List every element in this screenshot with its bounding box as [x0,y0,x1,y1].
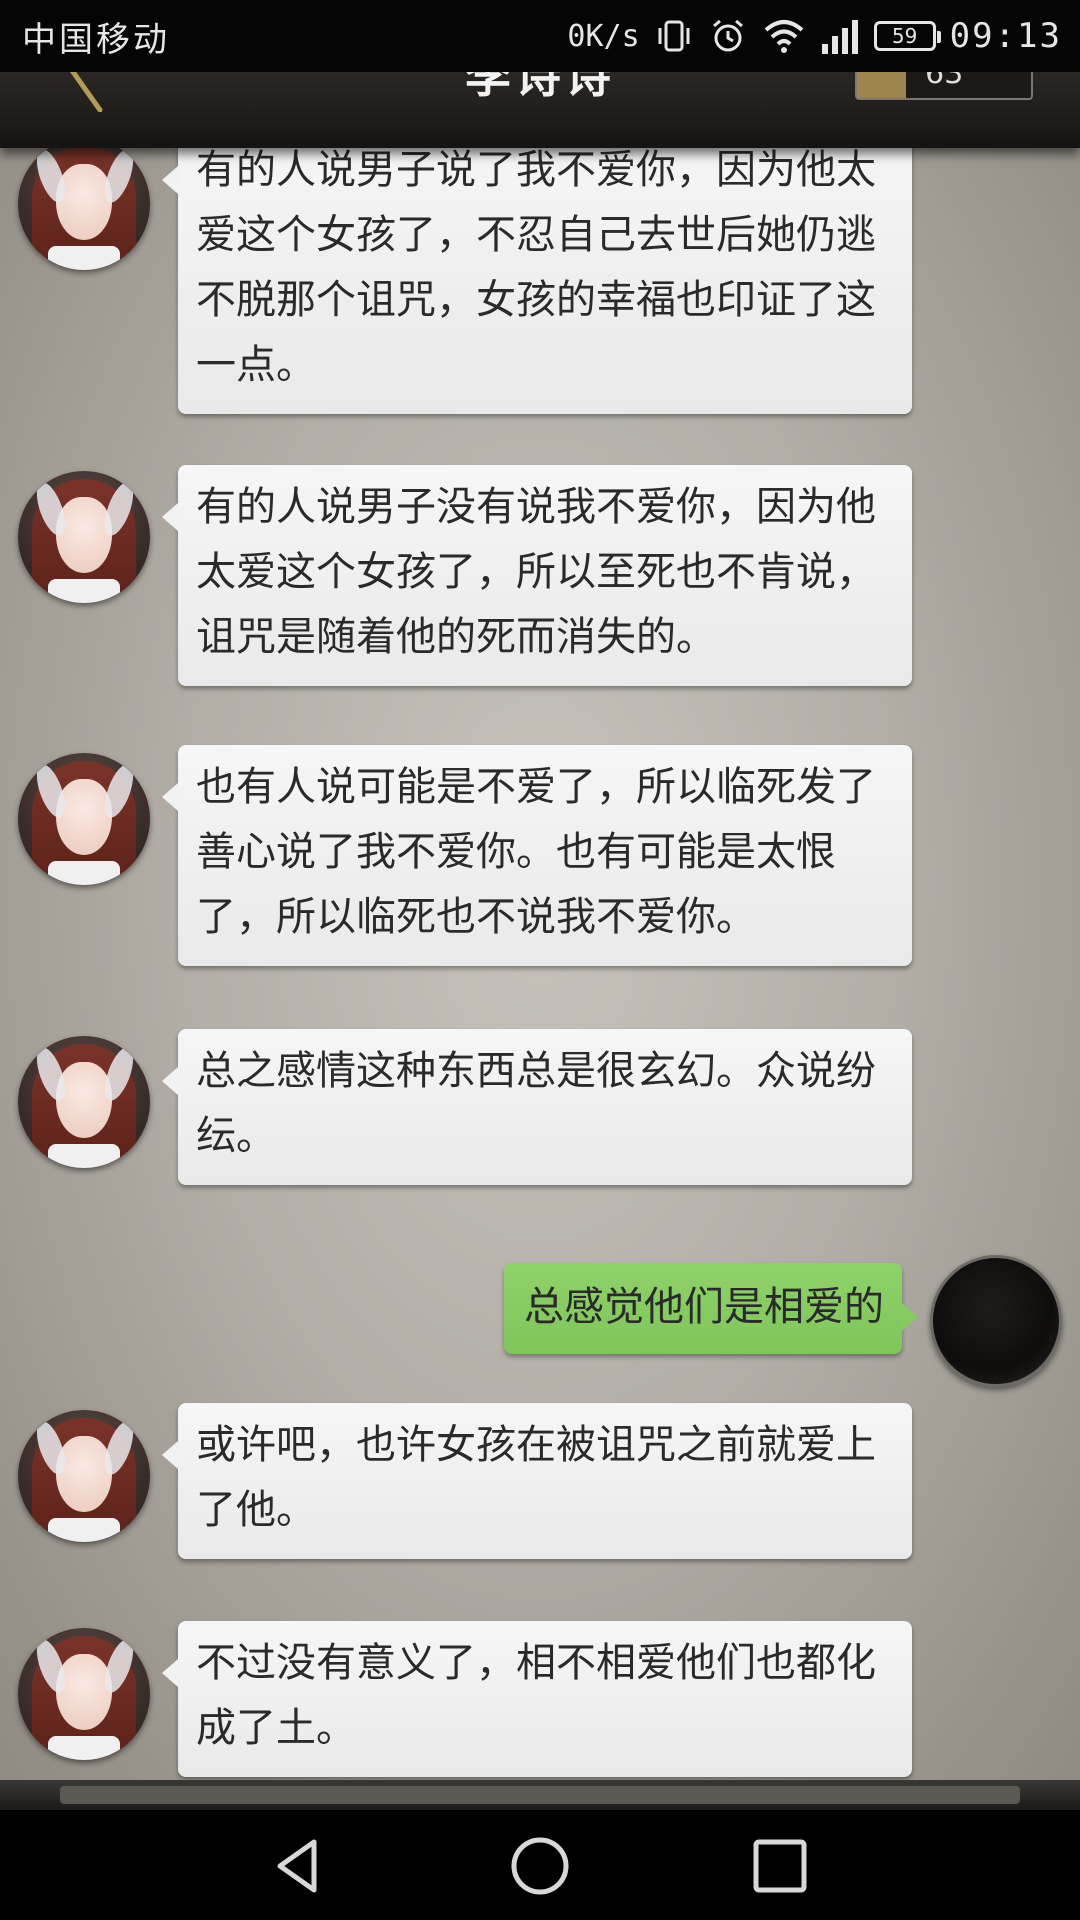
contact-avatar[interactable] [18,753,150,885]
screen: 中国移动 0K/s 59 09:13 李诗诗 63 有的人说男子说了我不爱你，因… [0,0,1080,1920]
contact-avatar[interactable] [18,148,150,270]
wifi-icon [762,16,806,56]
recents-square-icon[interactable] [748,1834,812,1898]
navigation-bar [0,1810,1080,1920]
contact-avatar[interactable] [18,1410,150,1542]
contact-avatar[interactable] [18,471,150,603]
back-triangle-icon[interactable] [268,1834,332,1898]
status-bar: 中国移动 0K/s 59 09:13 [0,0,1080,72]
incoming-message[interactable]: 不过没有意义了，相不相爱他们也都化成了土。 [162,1621,912,1777]
incoming-message[interactable]: 或许吧，也许女孩在被诅咒之前就爱上了他。 [162,1403,912,1559]
carrier-label: 中国移动 [22,20,170,60]
network-type: 4G [814,0,838,1]
alarm-icon [708,16,748,56]
battery-level: 59 [891,24,918,48]
signal-icon: 4G [814,0,860,56]
chat-area[interactable]: 有的人说男子说了我不爱你，因为他太爱这个女孩了，不忍自己去世后她仍逃不脱那个诅咒… [0,148,1080,1780]
incoming-message[interactable]: 有的人说男子说了我不爱你，因为他太爱这个女孩了，不忍自己去世后她仍逃不脱那个诅咒… [162,148,912,414]
my-avatar[interactable] [930,1255,1062,1387]
incoming-message[interactable]: 也有人说可能是不爱了，所以临死发了善心说了我不爱你。也有可能是太恨了，所以临死也… [162,745,912,966]
level-fill [857,72,906,98]
clock: 09:13 [949,16,1062,56]
contact-avatar[interactable] [18,1628,150,1760]
battery-icon: 59 [873,21,941,51]
contact-avatar[interactable] [18,1036,150,1168]
net-speed: 0K/s [567,18,640,54]
level-indicator: 63 [855,72,1033,100]
input-bar-edge [0,1780,1080,1810]
level-value: 63 [925,72,964,91]
status-icons: 0K/s 59 09:13 [567,0,1062,72]
chat-header: 李诗诗 63 [0,72,1080,148]
vibrate-icon [654,16,694,56]
home-circle-icon[interactable] [508,1834,572,1898]
incoming-message[interactable]: 总之感情这种东西总是很玄幻。众说纷纭。 [162,1029,912,1185]
incoming-message[interactable]: 有的人说男子没有说我不爱你，因为他太爱这个女孩了，所以至死也不肯说，诅咒是随着他… [162,465,912,686]
outgoing-message[interactable]: 总感觉他们是相爱的 [504,1263,918,1354]
